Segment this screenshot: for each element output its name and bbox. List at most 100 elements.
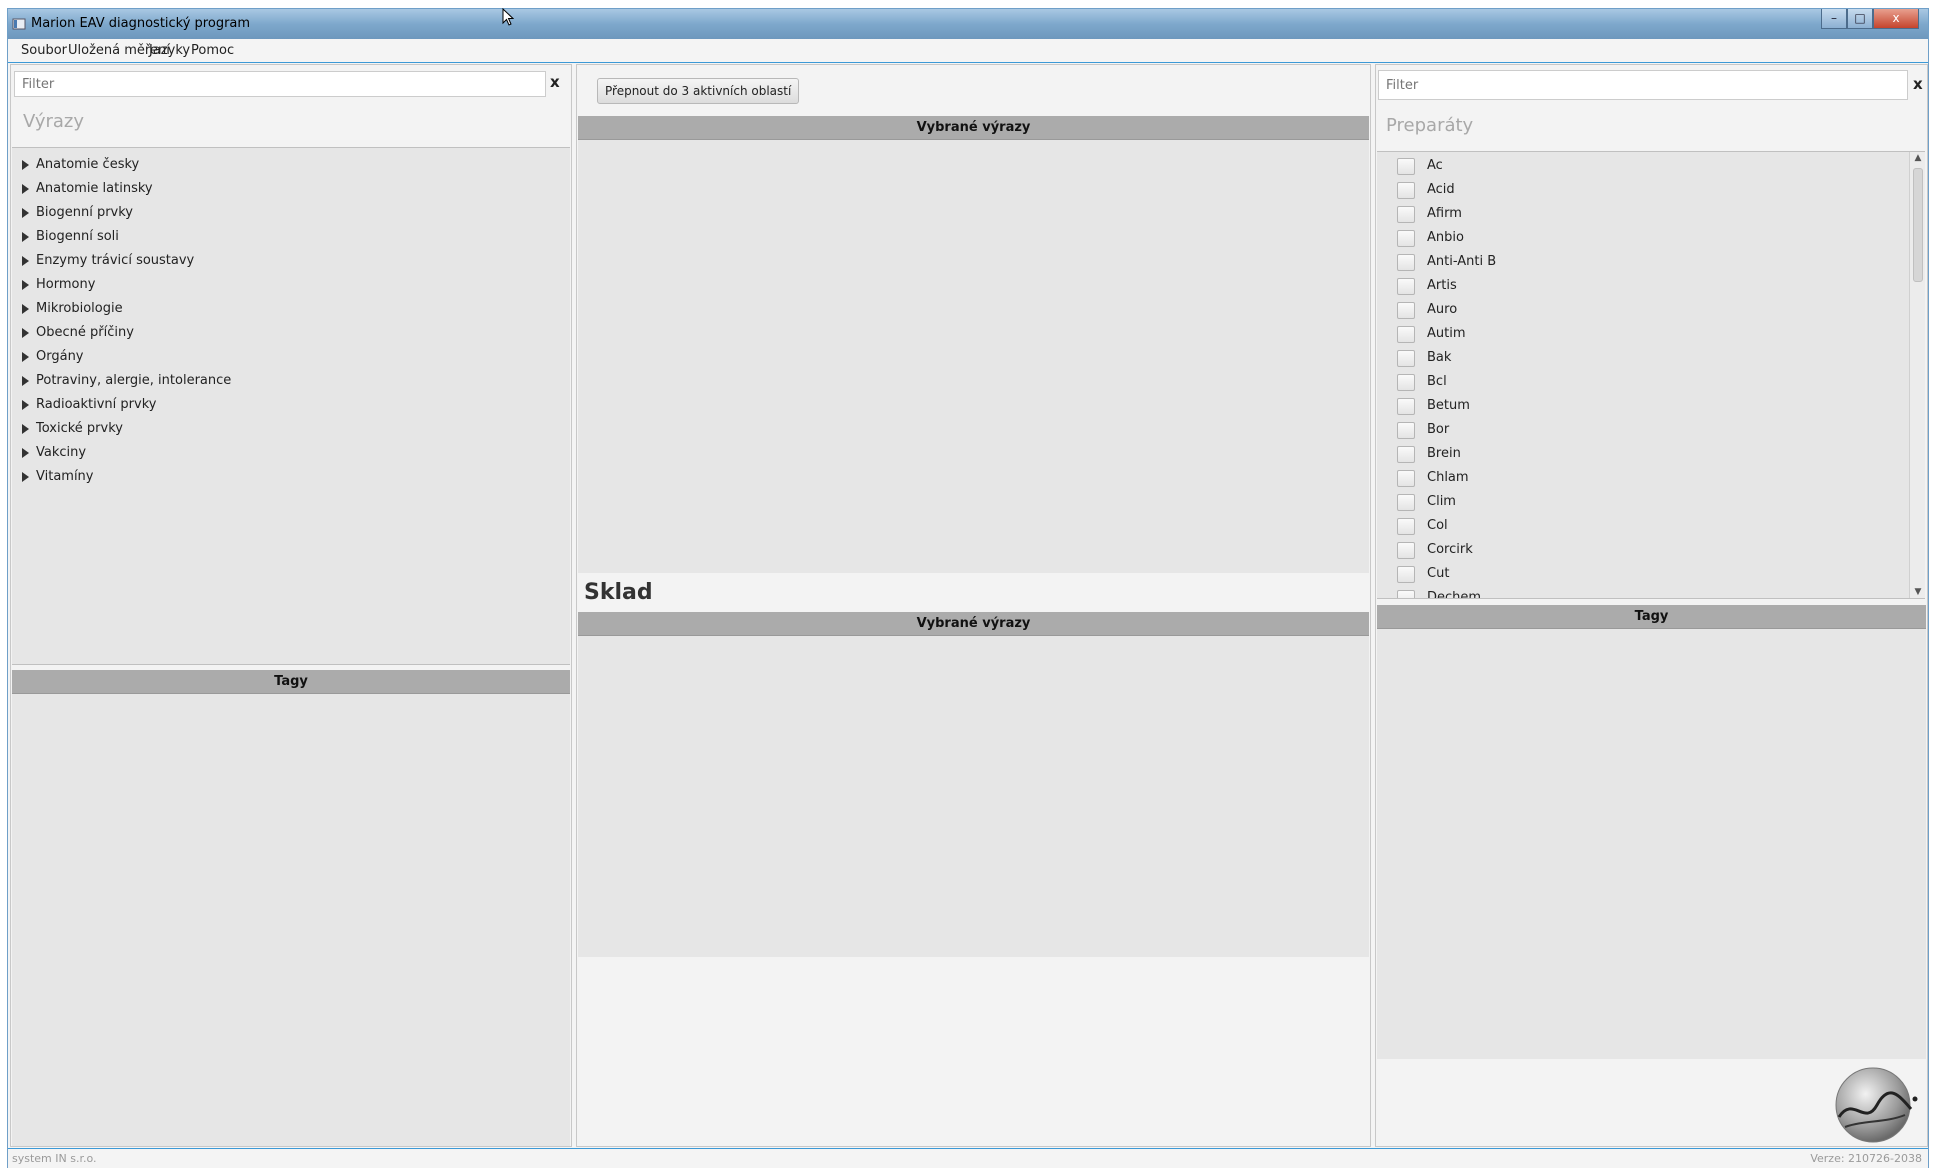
expand-arrow-icon[interactable] bbox=[22, 376, 29, 386]
scroll-thumb[interactable] bbox=[1913, 168, 1923, 282]
list-item[interactable]: Clim bbox=[1377, 490, 1925, 514]
list-item[interactable]: Acid bbox=[1377, 178, 1925, 202]
vyrazy-filter-clear-button[interactable]: x bbox=[550, 73, 560, 91]
item-label: Anti-Anti B bbox=[1427, 254, 1497, 269]
list-item[interactable]: Afirm bbox=[1377, 202, 1925, 226]
list-item[interactable]: Bor bbox=[1377, 418, 1925, 442]
preparaty-panel: x Preparáty Ac Acid Afirm Anbio Anti-Ant… bbox=[1375, 64, 1928, 1147]
list-item[interactable]: Col bbox=[1377, 514, 1925, 538]
item-checkbox[interactable] bbox=[1397, 518, 1415, 535]
item-checkbox[interactable] bbox=[1397, 350, 1415, 367]
expand-arrow-icon[interactable] bbox=[22, 256, 29, 266]
window-title: Marion EAV diagnostický program bbox=[31, 16, 251, 31]
vyrazy-filter-input[interactable] bbox=[14, 71, 546, 97]
expand-arrow-icon[interactable] bbox=[22, 184, 29, 194]
tree-item[interactable]: Orgány bbox=[12, 345, 570, 369]
item-checkbox[interactable] bbox=[1397, 374, 1415, 391]
tree-item[interactable]: Obecné příčiny bbox=[12, 321, 570, 345]
scroll-up-icon[interactable]: ▲ bbox=[1913, 153, 1923, 163]
expand-arrow-icon[interactable] bbox=[22, 472, 29, 482]
preparaty-filter-clear-button[interactable]: x bbox=[1913, 75, 1923, 93]
list-item[interactable]: Anbio bbox=[1377, 226, 1925, 250]
item-checkbox[interactable] bbox=[1397, 590, 1415, 598]
selected-area-bottom bbox=[578, 636, 1369, 957]
tree-item[interactable]: Hormony bbox=[12, 273, 570, 297]
expand-arrow-icon[interactable] bbox=[22, 232, 29, 242]
item-label: Ac bbox=[1427, 158, 1443, 173]
list-item[interactable]: Brein bbox=[1377, 442, 1925, 466]
list-item[interactable]: Betum bbox=[1377, 394, 1925, 418]
tree-item-label: Enzymy trávicí soustavy bbox=[36, 253, 195, 268]
menu-jazyky[interactable]: Jazyky bbox=[149, 43, 190, 58]
tree-item-label: Biogenní prvky bbox=[36, 205, 134, 220]
item-checkbox[interactable] bbox=[1397, 302, 1415, 319]
item-label: Brein bbox=[1427, 446, 1461, 461]
item-checkbox[interactable] bbox=[1397, 326, 1415, 343]
item-checkbox[interactable] bbox=[1397, 278, 1415, 295]
tree-item[interactable]: Biogenní soli bbox=[12, 225, 570, 249]
expand-arrow-icon[interactable] bbox=[22, 400, 29, 410]
tree-item[interactable]: Mikrobiologie bbox=[12, 297, 570, 321]
item-checkbox[interactable] bbox=[1397, 566, 1415, 583]
expand-arrow-icon[interactable] bbox=[22, 280, 29, 290]
close-button[interactable]: x bbox=[1873, 9, 1919, 29]
tree-item[interactable]: Radioaktivní prvky bbox=[12, 393, 570, 417]
item-label: Clim bbox=[1427, 494, 1456, 509]
list-item[interactable]: Corcirk bbox=[1377, 538, 1925, 562]
tree-item[interactable]: Anatomie latinsky bbox=[12, 177, 570, 201]
list-item[interactable]: Ac bbox=[1377, 154, 1925, 178]
switch-areas-button[interactable]: Přepnout do 3 aktivních oblastí bbox=[597, 78, 800, 104]
item-checkbox[interactable] bbox=[1397, 158, 1415, 175]
item-checkbox[interactable] bbox=[1397, 494, 1415, 511]
tree-item[interactable]: Toxické prvky bbox=[12, 417, 570, 441]
scroll-down-icon[interactable]: ▼ bbox=[1913, 587, 1923, 597]
preparaty-filter-input[interactable] bbox=[1378, 70, 1908, 100]
item-checkbox[interactable] bbox=[1397, 446, 1415, 463]
list-item[interactable]: Cut bbox=[1377, 562, 1925, 586]
menu-soubor[interactable]: Soubor bbox=[21, 43, 67, 58]
list-item[interactable]: Auro bbox=[1377, 298, 1925, 322]
minimize-button[interactable]: – bbox=[1821, 9, 1847, 29]
selected-area-top bbox=[578, 140, 1369, 573]
list-item[interactable]: Dechem bbox=[1377, 586, 1925, 598]
tree-item[interactable]: Vakciny bbox=[12, 441, 570, 465]
list-item[interactable]: Artis bbox=[1377, 274, 1925, 298]
list-item[interactable]: Anti-Anti B bbox=[1377, 250, 1925, 274]
expand-arrow-icon[interactable] bbox=[22, 424, 29, 434]
tree-item[interactable]: Vitamíny bbox=[12, 465, 570, 489]
selected-panel: Přepnout do 3 aktivních oblastí Vybrané … bbox=[576, 64, 1371, 1147]
tree-item[interactable]: Anatomie česky bbox=[12, 153, 570, 177]
item-checkbox[interactable] bbox=[1397, 422, 1415, 439]
item-label: Bor bbox=[1427, 422, 1450, 437]
item-checkbox[interactable] bbox=[1397, 230, 1415, 247]
item-checkbox[interactable] bbox=[1397, 206, 1415, 223]
expand-arrow-icon[interactable] bbox=[22, 352, 29, 362]
item-checkbox[interactable] bbox=[1397, 542, 1415, 559]
expand-arrow-icon[interactable] bbox=[22, 304, 29, 314]
list-item[interactable]: Chlam bbox=[1377, 466, 1925, 490]
list-scrollbar[interactable]: ▲ ▼ bbox=[1909, 152, 1925, 598]
tree-item[interactable]: Enzymy trávicí soustavy bbox=[12, 249, 570, 273]
item-label: Betum bbox=[1427, 398, 1470, 413]
tree-item[interactable]: Biogenní prvky bbox=[12, 201, 570, 225]
list-item[interactable]: Autim bbox=[1377, 322, 1925, 346]
marion-logo bbox=[1835, 1067, 1918, 1143]
status-bar: system IN s.r.o. Verze: 210726-2038 bbox=[8, 1148, 1928, 1168]
expand-arrow-icon[interactable] bbox=[22, 208, 29, 218]
list-item[interactable]: Bak bbox=[1377, 346, 1925, 370]
list-item[interactable]: Bcl bbox=[1377, 370, 1925, 394]
expand-arrow-icon[interactable] bbox=[22, 328, 29, 338]
expand-arrow-icon[interactable] bbox=[22, 448, 29, 458]
item-checkbox[interactable] bbox=[1397, 254, 1415, 271]
item-label: Cut bbox=[1427, 566, 1450, 581]
item-checkbox[interactable] bbox=[1397, 398, 1415, 415]
expand-arrow-icon[interactable] bbox=[22, 160, 29, 170]
tree-item-label: Mikrobiologie bbox=[36, 301, 123, 316]
maximize-button[interactable]: □ bbox=[1847, 9, 1873, 29]
title-bar[interactable]: Marion EAV diagnostický program – □ x bbox=[8, 9, 1928, 39]
menu-pomoc[interactable]: Pomoc bbox=[191, 43, 234, 58]
item-checkbox[interactable] bbox=[1397, 470, 1415, 487]
tags-area-left bbox=[12, 694, 570, 1146]
tree-item[interactable]: Potraviny, alergie, intolerance bbox=[12, 369, 570, 393]
item-checkbox[interactable] bbox=[1397, 182, 1415, 199]
